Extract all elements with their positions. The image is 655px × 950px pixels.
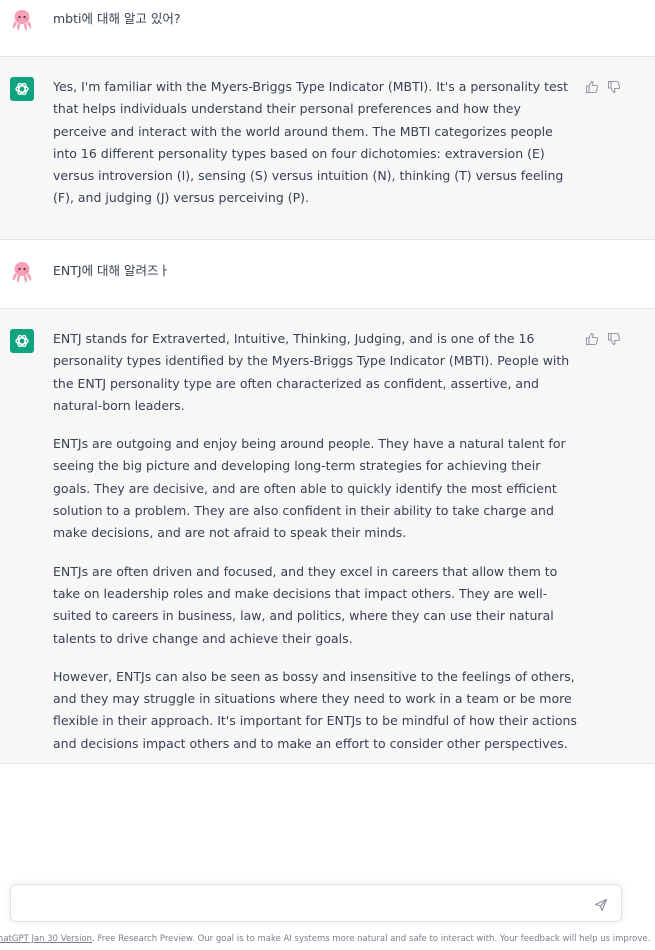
chat-page: mbti에 대해 알고 있어? Yes, I'm familiar with t… bbox=[0, 0, 655, 950]
thumbs-down-icon[interactable] bbox=[607, 79, 621, 94]
footer-text: . Free Research Preview. Our goal is to … bbox=[92, 934, 651, 944]
user-message-text: ENTJ에 대해 알려즈ㅏ bbox=[53, 263, 171, 278]
octopus-avatar-icon bbox=[10, 260, 34, 284]
feedback-buttons bbox=[585, 331, 621, 346]
assistant-paragraph: Yes, I'm familiar with the Myers-Briggs … bbox=[53, 79, 569, 206]
assistant-message: ENTJ stands for Extraverted, Intuitive, … bbox=[0, 309, 655, 764]
chatgpt-logo-icon bbox=[10, 329, 34, 353]
send-icon[interactable] bbox=[594, 897, 608, 912]
assistant-message: Yes, I'm familiar with the Myers-Briggs … bbox=[0, 57, 655, 240]
assistant-paragraph: ENTJ stands for Extraverted, Intuitive, … bbox=[53, 331, 570, 413]
thumbs-up-icon[interactable] bbox=[585, 331, 599, 346]
user-message: mbti에 대해 알고 있어? bbox=[0, 0, 655, 57]
thumbs-up-icon[interactable] bbox=[585, 79, 599, 94]
assistant-message-text: ENTJ stands for Extraverted, Intuitive, … bbox=[53, 328, 578, 755]
message-composer bbox=[10, 884, 622, 922]
feedback-buttons bbox=[585, 79, 621, 94]
user-message: ENTJ에 대해 알려즈ㅏ bbox=[0, 240, 655, 309]
assistant-message-text: Yes, I'm familiar with the Myers-Briggs … bbox=[53, 76, 578, 210]
footer-disclaimer: ChatGPT Jan 30 Version. Free Research Pr… bbox=[0, 934, 655, 944]
message-input[interactable] bbox=[25, 894, 585, 914]
thumbs-down-icon[interactable] bbox=[607, 331, 621, 346]
octopus-avatar-icon bbox=[10, 8, 34, 32]
assistant-paragraph: ENTJs are outgoing and enjoy being aroun… bbox=[53, 436, 566, 541]
version-link[interactable]: ChatGPT Jan 30 Version bbox=[0, 934, 92, 944]
user-message-text: mbti에 대해 알고 있어? bbox=[53, 11, 181, 26]
assistant-paragraph: ENTJs are often driven and focused, and … bbox=[53, 563, 558, 646]
chatgpt-logo-icon bbox=[10, 77, 34, 101]
assistant-paragraph: However, ENTJs can also be seen as bossy… bbox=[53, 668, 577, 751]
